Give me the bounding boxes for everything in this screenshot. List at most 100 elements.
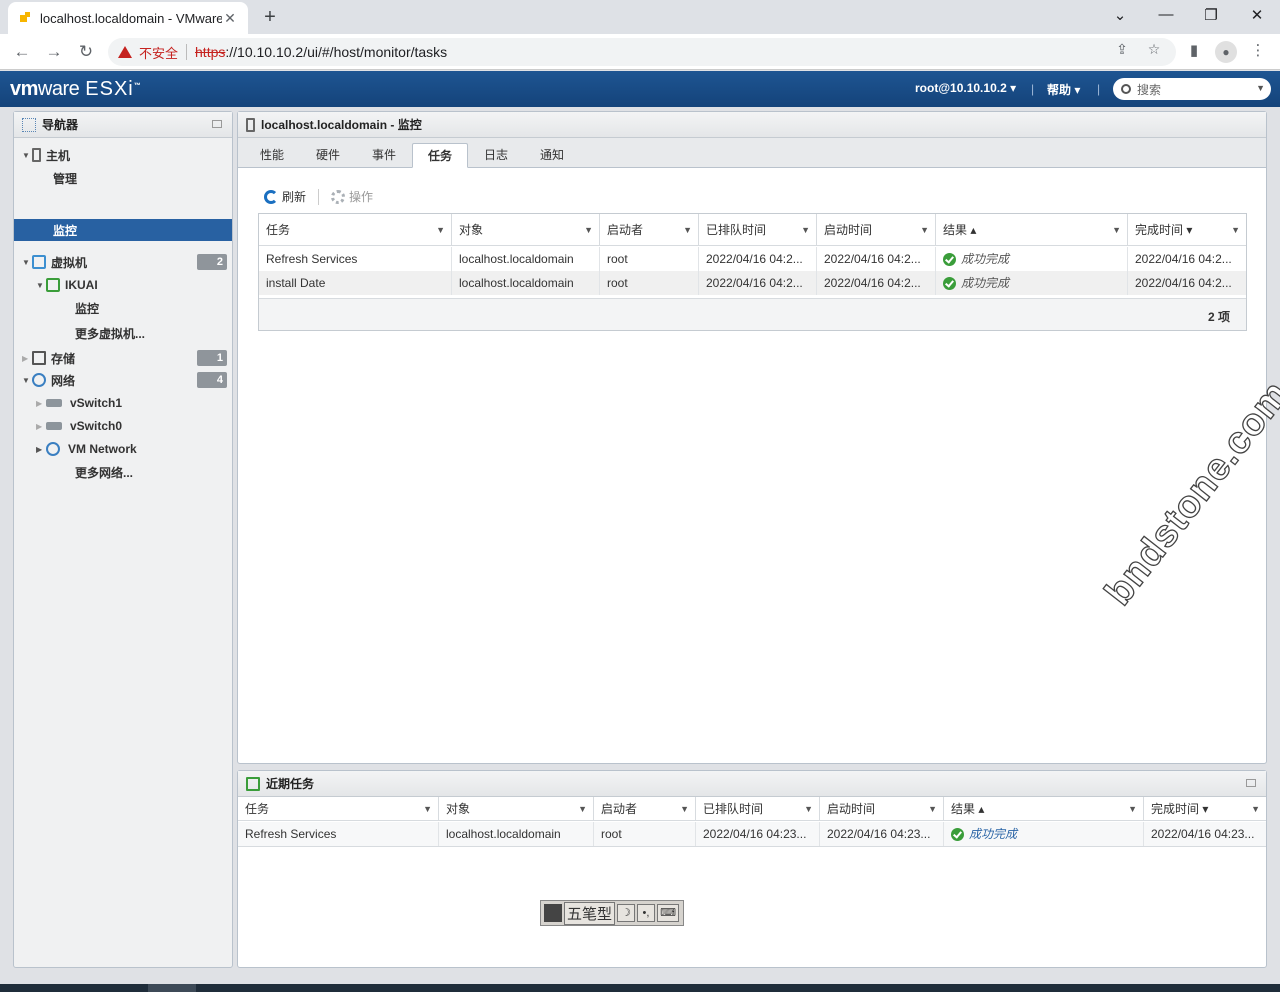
- recent-tasks-panel: 近期任务 任务 ▼ 对象 ▼ 启动者 ▼ 已排队时间 ▼ 启动时间 ▼ 结果 ▴ ▼ 完成时…: [237, 770, 1267, 968]
- tab-close-icon[interactable]: ✕: [222, 10, 238, 27]
- expand-arrow-icon[interactable]: ▼: [22, 151, 32, 160]
- vm-count-badge: 2: [197, 254, 227, 270]
- nav-vswitch1[interactable]: ▶ vSwitch1: [14, 392, 232, 414]
- column-menu-icon: ▼: [683, 225, 692, 235]
- search-icon: [1121, 84, 1131, 94]
- sidebar-panel-icon[interactable]: ▮: [1183, 41, 1205, 63]
- col-start-time[interactable]: 启动时间 ▼: [820, 797, 944, 821]
- col-task[interactable]: 任务 ▼: [259, 214, 452, 246]
- ime-logo-icon: [544, 904, 562, 922]
- task-name: Refresh Services: [259, 247, 452, 271]
- col-start-time[interactable]: 启动时间 ▼: [817, 214, 936, 246]
- tab-search-chevron-icon[interactable]: ⌄: [1105, 6, 1135, 24]
- taskbar-item[interactable]: [148, 984, 196, 992]
- nav-host-manage[interactable]: 管理: [14, 167, 232, 189]
- minimize-window-icon[interactable]: —: [1151, 6, 1181, 23]
- column-menu-icon: ▼: [680, 804, 689, 814]
- nav-vswitch0[interactable]: ▶ vSwitch0: [14, 415, 232, 437]
- navigator-icon: [22, 117, 36, 132]
- collapse-arrow-icon[interactable]: ▶: [22, 354, 32, 363]
- recent-tasks-icon: [246, 776, 260, 791]
- nav-host-monitor[interactable]: 监控: [14, 219, 232, 241]
- col-object[interactable]: 对象 ▼: [439, 797, 594, 821]
- tab-hardware[interactable]: 硬件: [306, 143, 350, 168]
- table-row[interactable]: Refresh Services localhost.localdomain r…: [238, 822, 1266, 846]
- nav-more-vms[interactable]: 更多虚拟机...: [14, 322, 232, 344]
- help-menu[interactable]: 帮助 ▾: [1047, 81, 1080, 98]
- item-count: 2 项: [1207, 310, 1230, 324]
- search-input[interactable]: 搜索: [1137, 81, 1161, 98]
- column-menu-icon: ▼: [1251, 804, 1260, 814]
- half-width-moon-icon[interactable]: ☽: [617, 904, 636, 922]
- search-box[interactable]: 搜索 ▼: [1113, 78, 1271, 100]
- collapse-arrow-icon[interactable]: ▶: [36, 399, 46, 408]
- nav-more-networks[interactable]: 更多网络...: [14, 461, 232, 483]
- col-queued-time[interactable]: 已排队时间 ▼: [699, 214, 817, 246]
- col-initiator[interactable]: 启动者 ▼: [594, 797, 696, 821]
- profile-avatar-icon[interactable]: ●: [1215, 41, 1237, 63]
- collapse-arrow-icon[interactable]: ▶: [36, 445, 46, 454]
- nav-networking[interactable]: ▼ 网络 4: [14, 369, 232, 391]
- col-task[interactable]: 任务 ▼: [238, 797, 439, 821]
- col-initiator[interactable]: 启动者 ▼: [600, 214, 699, 246]
- nav-vm-monitor-label: 监控: [75, 301, 100, 316]
- nav-vm-ikuai[interactable]: ▼ IKUAI: [14, 274, 232, 296]
- minimize-panel-icon[interactable]: [212, 120, 222, 128]
- storage-icon: [32, 351, 46, 365]
- nav-host[interactable]: ▼ 主机: [14, 144, 232, 166]
- nav-host-manage-label: 管理: [53, 171, 78, 186]
- col-queued-time[interactable]: 已排队时间 ▼: [696, 797, 820, 821]
- browser-menu-icon[interactable]: ⋮: [1247, 41, 1269, 63]
- forward-arrow-icon[interactable]: →: [42, 41, 66, 63]
- expand-arrow-icon[interactable]: ▼: [36, 281, 46, 290]
- nav-vms[interactable]: ▼ 虚拟机 2: [14, 251, 232, 273]
- browser-tab[interactable]: localhost.localdomain - VMware ✕: [8, 2, 248, 34]
- collapse-arrow-icon[interactable]: ▶: [36, 422, 46, 431]
- reload-icon[interactable]: ↻: [74, 41, 98, 63]
- col-result[interactable]: 结果 ▴ ▼: [936, 214, 1128, 246]
- tab-tasks[interactable]: 任务: [412, 143, 468, 168]
- tab-logs[interactable]: 日志: [474, 143, 518, 168]
- nav-vm-network-label: VM Network: [68, 442, 137, 456]
- expand-arrow-icon[interactable]: ▼: [22, 258, 32, 267]
- nav-storage[interactable]: ▶ 存储 1: [14, 347, 232, 369]
- col-result[interactable]: 结果 ▴ ▼: [944, 797, 1144, 821]
- actions-button[interactable]: 操作: [331, 188, 373, 205]
- security-warning[interactable]: 不安全: [118, 43, 178, 62]
- bookmark-star-icon[interactable]: ☆: [1144, 41, 1164, 58]
- share-icon[interactable]: ⇪: [1112, 41, 1132, 58]
- col-completed-time[interactable]: 完成时间 ▾ ▼: [1128, 214, 1246, 246]
- restore-window-icon[interactable]: ❐: [1196, 6, 1226, 24]
- tab-performance[interactable]: 性能: [250, 143, 294, 168]
- navigator-panel: 导航器 ▼ 主机 管理 监控 ▼ 虚拟机 2 ▼ IKUAI 监控 更多虚拟机.…: [13, 111, 233, 968]
- recent-grid-header: 任务 ▼ 对象 ▼ 启动者 ▼ 已排队时间 ▼ 启动时间 ▼ 结果 ▴ ▼ 完成时间 ▾ ▼: [238, 797, 1266, 821]
- column-menu-icon: ▼: [804, 804, 813, 814]
- virtual-machines-icon: [32, 255, 46, 269]
- back-arrow-icon[interactable]: ←: [10, 41, 34, 63]
- punctuation-icon[interactable]: •,: [637, 904, 656, 922]
- table-row[interactable]: Refresh Services localhost.localdomain r…: [259, 247, 1246, 271]
- soft-keyboard-icon[interactable]: ⌨: [657, 904, 680, 922]
- close-window-icon[interactable]: ✕: [1242, 6, 1272, 24]
- ime-mode-label[interactable]: 五笔型: [564, 901, 616, 925]
- tab-notifications[interactable]: 通知: [530, 143, 574, 168]
- col-completed-time[interactable]: 完成时间 ▾ ▼: [1144, 797, 1266, 821]
- user-menu[interactable]: root@10.10.10.2 ▾: [915, 81, 1016, 95]
- recent-tasks-grid: 任务 ▼ 对象 ▼ 启动者 ▼ 已排队时间 ▼ 启动时间 ▼ 结果 ▴ ▼ 完成时间 ▾ ▼ …: [238, 797, 1266, 847]
- address-bar[interactable]: 不安全 https://10.10.10.2/ui/#/host/monitor…: [108, 38, 1176, 66]
- task-action-bar: 刷新 操作: [264, 188, 373, 205]
- minimize-panel-icon[interactable]: [1246, 779, 1256, 787]
- monitor-header: localhost.localdomain - 监控: [238, 112, 1266, 138]
- tab-events[interactable]: 事件: [362, 143, 406, 168]
- ime-toolbar[interactable]: 五笔型 ☽ •, ⌨: [540, 900, 684, 926]
- search-dropdown-icon[interactable]: ▼: [1256, 83, 1265, 93]
- col-object[interactable]: 对象 ▼: [452, 214, 600, 246]
- expand-arrow-icon[interactable]: ▼: [22, 376, 32, 385]
- nav-vm-ikuai-monitor[interactable]: 监控: [14, 297, 232, 319]
- table-row[interactable]: install Date localhost.localdomain root …: [259, 271, 1246, 295]
- new-tab-button[interactable]: +: [260, 6, 280, 29]
- task-queued: 2022/04/16 04:2...: [699, 247, 817, 271]
- nav-more-networks-label: 更多网络...: [75, 465, 134, 480]
- refresh-button[interactable]: 刷新: [264, 188, 306, 205]
- nav-vm-network[interactable]: ▶ VM Network: [14, 438, 232, 460]
